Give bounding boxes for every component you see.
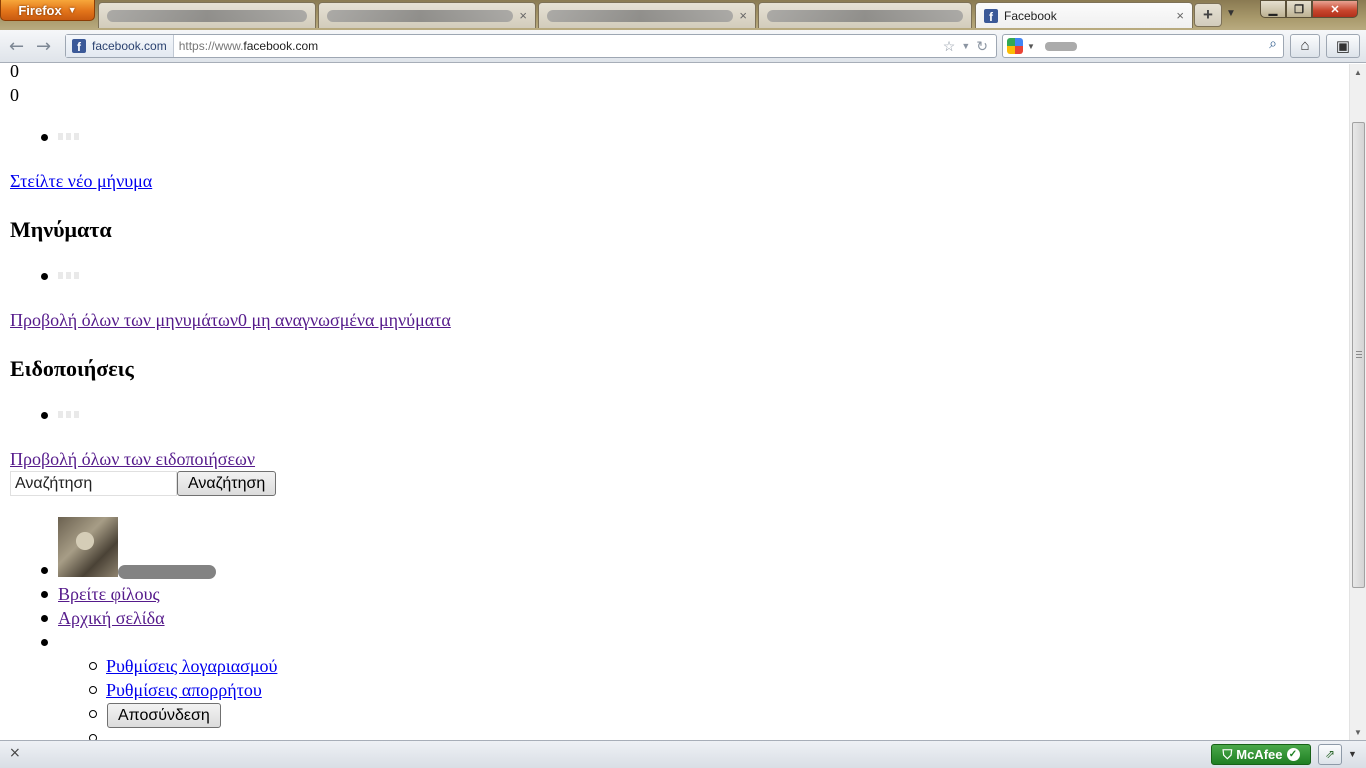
search-text-redacted — [1044, 41, 1077, 51]
url-prefix: https://www. — [178, 39, 244, 53]
chevron-down-icon: ▼ — [67, 5, 77, 15]
forward-arrow-icon[interactable]: → — [36, 36, 51, 57]
window-controls: ▁ ❐ ✕ — [1260, 0, 1358, 18]
chevron-down-icon[interactable]: ▼ — [1027, 42, 1035, 51]
google-search-engine-icon[interactable] — [1007, 38, 1023, 54]
list-bullet — [89, 662, 97, 670]
back-arrow-icon[interactable]: ← — [9, 36, 24, 57]
search-input[interactable] — [10, 471, 177, 496]
share-arrow-icon: ⇗ — [1324, 747, 1336, 761]
loading-indicator-icon — [58, 272, 79, 279]
tab-title-redacted — [327, 9, 514, 22]
search-bar[interactable]: ▼ ⌕ — [1002, 34, 1284, 58]
grip-icon — [1356, 351, 1362, 359]
home-button[interactable]: ⌂ — [1290, 34, 1320, 58]
new-tab-button[interactable]: + — [1194, 3, 1222, 27]
search-button[interactable]: Αναζήτηση — [177, 471, 277, 496]
tab-title-redacted — [767, 9, 963, 22]
send-new-message-link[interactable]: Στείλτε νέο μήνυμα — [10, 171, 152, 192]
facebook-favicon-icon: f — [72, 39, 86, 53]
bookmarks-button[interactable]: ▣ — [1326, 34, 1360, 58]
list-bullet — [89, 710, 97, 718]
list-bullet — [41, 567, 48, 574]
bookmarks-icon: ▣ — [1335, 38, 1351, 55]
shield-icon: ⛉ — [1222, 746, 1233, 762]
loading-indicator-icon — [58, 411, 79, 418]
counter-text: 0 — [10, 64, 19, 81]
browser-tab-3[interactable]: × — [538, 2, 756, 28]
addon-bar: × ⛉ McAfee ✓ ⇗ ▼ — [0, 740, 1366, 768]
minimize-button[interactable]: ▁ — [1260, 0, 1286, 18]
view-all-notifications-link[interactable]: Προβολή όλων των ειδοποιήσεων — [10, 449, 255, 470]
url-bar-icons: ☆ ▼ ↻ — [943, 38, 988, 55]
find-friends-link[interactable]: Βρείτε φίλους — [58, 584, 160, 605]
magnifier-icon[interactable]: ⌕ — [1269, 37, 1277, 53]
list-bullet — [41, 639, 48, 646]
browser-tab-4[interactable] — [758, 2, 972, 28]
profile-avatar[interactable] — [58, 517, 118, 577]
close-icon[interactable]: × — [519, 8, 527, 23]
share-button[interactable]: ⇗ — [1318, 744, 1342, 765]
home-link[interactable]: Αρχική σελίδα — [58, 608, 165, 629]
list-bullet — [41, 591, 48, 598]
site-identity-label: facebook.com — [92, 39, 167, 53]
browser-tab-2[interactable]: × — [318, 2, 536, 28]
view-all-messages-label: Προβολή όλων των μηνυμάτων — [10, 310, 238, 330]
scroll-down-arrow-icon[interactable]: ▼ — [1354, 728, 1362, 737]
list-all-tabs-icon[interactable]: ▼ — [1226, 8, 1236, 19]
scrollbar-thumb[interactable] — [1352, 122, 1365, 588]
list-bullet — [89, 686, 97, 694]
privacy-settings-link[interactable]: Ρυθμίσεις απορρήτου — [106, 680, 262, 701]
tab-bar: Firefox ▼ × × f Facebook × + ▼ ▁ ❐ ✕ — [0, 0, 1366, 30]
navigation-toolbar: ← → f facebook.com https://www.facebook.… — [0, 30, 1366, 63]
chevron-down-icon[interactable]: ▼ — [961, 38, 970, 55]
list-bullet — [41, 134, 48, 141]
unread-messages-label: 0 μη αναγνωσμένα μηνύματα — [237, 310, 451, 330]
mcafee-label: McAfee — [1236, 747, 1283, 762]
list-bullet — [41, 273, 48, 280]
list-bullet — [41, 412, 48, 419]
url-text[interactable]: https://www.facebook.com — [174, 39, 318, 53]
reload-icon[interactable]: ↻ — [976, 38, 988, 55]
home-icon: ⌂ — [1300, 37, 1310, 54]
vertical-scrollbar[interactable]: ▲ ▼ — [1349, 64, 1366, 740]
browser-tab-1[interactable] — [98, 2, 316, 28]
chevron-down-icon[interactable]: ▼ — [1348, 749, 1357, 759]
close-icon[interactable]: × — [739, 8, 747, 23]
tab-title-redacted — [107, 9, 307, 22]
plus-icon: + — [1203, 5, 1213, 24]
loading-indicator-icon — [58, 133, 79, 140]
mcafee-siteadvisor-button[interactable]: ⛉ McAfee ✓ — [1211, 744, 1311, 765]
close-window-button[interactable]: ✕ — [1312, 0, 1358, 18]
account-settings-link[interactable]: Ρυθμίσεις λογαριασμού — [106, 656, 277, 677]
notifications-heading: Ειδοποιήσεις — [10, 356, 134, 381]
firefox-menu-label: Firefox — [18, 2, 62, 18]
url-bar[interactable]: f facebook.com https://www.facebook.com … — [65, 34, 997, 58]
messages-heading: Μηνύματα — [10, 217, 112, 242]
logout-button[interactable]: Αποσύνδεση — [107, 703, 221, 728]
url-domain: facebook.com — [243, 39, 319, 53]
tab-title-redacted — [547, 9, 734, 22]
profile-name-link-redacted[interactable] — [118, 565, 216, 579]
check-icon: ✓ — [1286, 748, 1300, 761]
view-all-messages-link[interactable]: Προβολή όλων των μηνυμάτων0 μη αναγνωσμέ… — [10, 310, 451, 331]
close-icon[interactable]: × — [1176, 8, 1184, 23]
browser-tab-facebook[interactable]: f Facebook × — [975, 2, 1193, 28]
page-viewport: 0 0 Στείλτε νέο μήνυμα Μηνύματα Προβολή … — [0, 64, 1349, 740]
site-identity-button[interactable]: f facebook.com — [66, 35, 174, 57]
facebook-favicon-icon: f — [984, 8, 998, 23]
scroll-up-arrow-icon[interactable]: ▲ — [1354, 68, 1362, 77]
restore-button[interactable]: ❐ — [1286, 0, 1312, 18]
firefox-menu-button[interactable]: Firefox ▼ — [0, 0, 95, 21]
close-icon[interactable]: × — [9, 745, 21, 761]
tab-title: Facebook — [1004, 8, 1057, 23]
list-bullet — [41, 615, 48, 622]
counter-text: 0 — [10, 85, 19, 105]
bookmark-star-icon[interactable]: ☆ — [943, 38, 956, 55]
